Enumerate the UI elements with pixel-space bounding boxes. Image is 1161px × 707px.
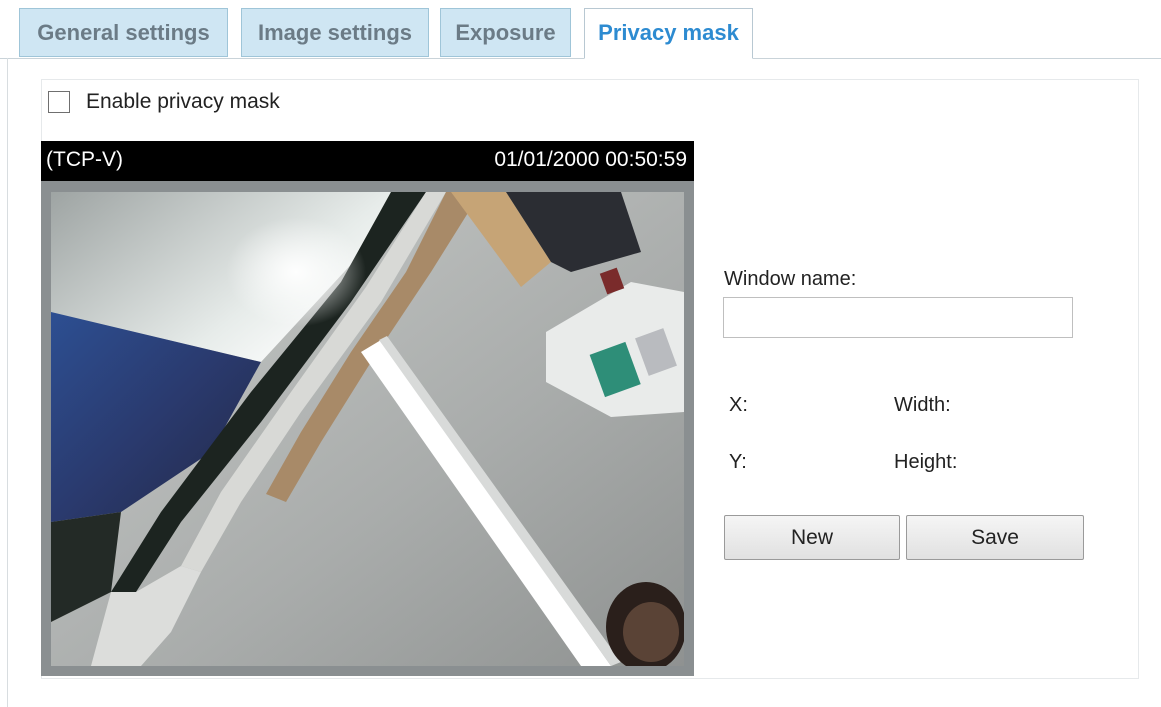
camera-image — [51, 192, 684, 666]
tab-divider — [0, 58, 1161, 59]
viewer-title-bar: (TCP-V) 01/01/2000 00:50:59 — [41, 141, 694, 181]
window-name-input[interactable] — [723, 297, 1073, 338]
stream-protocol: (TCP-V) — [46, 148, 123, 171]
x-label: X: — [729, 394, 748, 416]
window-name-label: Window name: — [724, 268, 857, 290]
height-label: Height: — [894, 451, 958, 473]
tab-general-settings[interactable]: General settings — [19, 8, 228, 57]
viewer-timestamp: 01/01/2000 00:50:59 — [494, 148, 687, 171]
save-button[interactable]: Save — [906, 515, 1084, 560]
width-label: Width: — [894, 394, 951, 416]
enable-privacy-mask-row: Enable privacy mask — [48, 89, 280, 115]
enable-privacy-mask-label: Enable privacy mask — [86, 90, 280, 113]
left-border — [7, 58, 8, 707]
new-button[interactable]: New — [724, 515, 900, 560]
live-video-frame[interactable] — [51, 192, 684, 666]
tab-image-settings[interactable]: Image settings — [241, 8, 429, 57]
tab-exposure[interactable]: Exposure — [440, 8, 571, 57]
video-viewer: (TCP-V) 01/01/2000 00:50:59 — [41, 141, 694, 676]
y-label: Y: — [729, 451, 747, 473]
enable-privacy-mask-checkbox[interactable] — [48, 91, 70, 113]
tab-privacy-mask[interactable]: Privacy mask — [584, 8, 753, 59]
